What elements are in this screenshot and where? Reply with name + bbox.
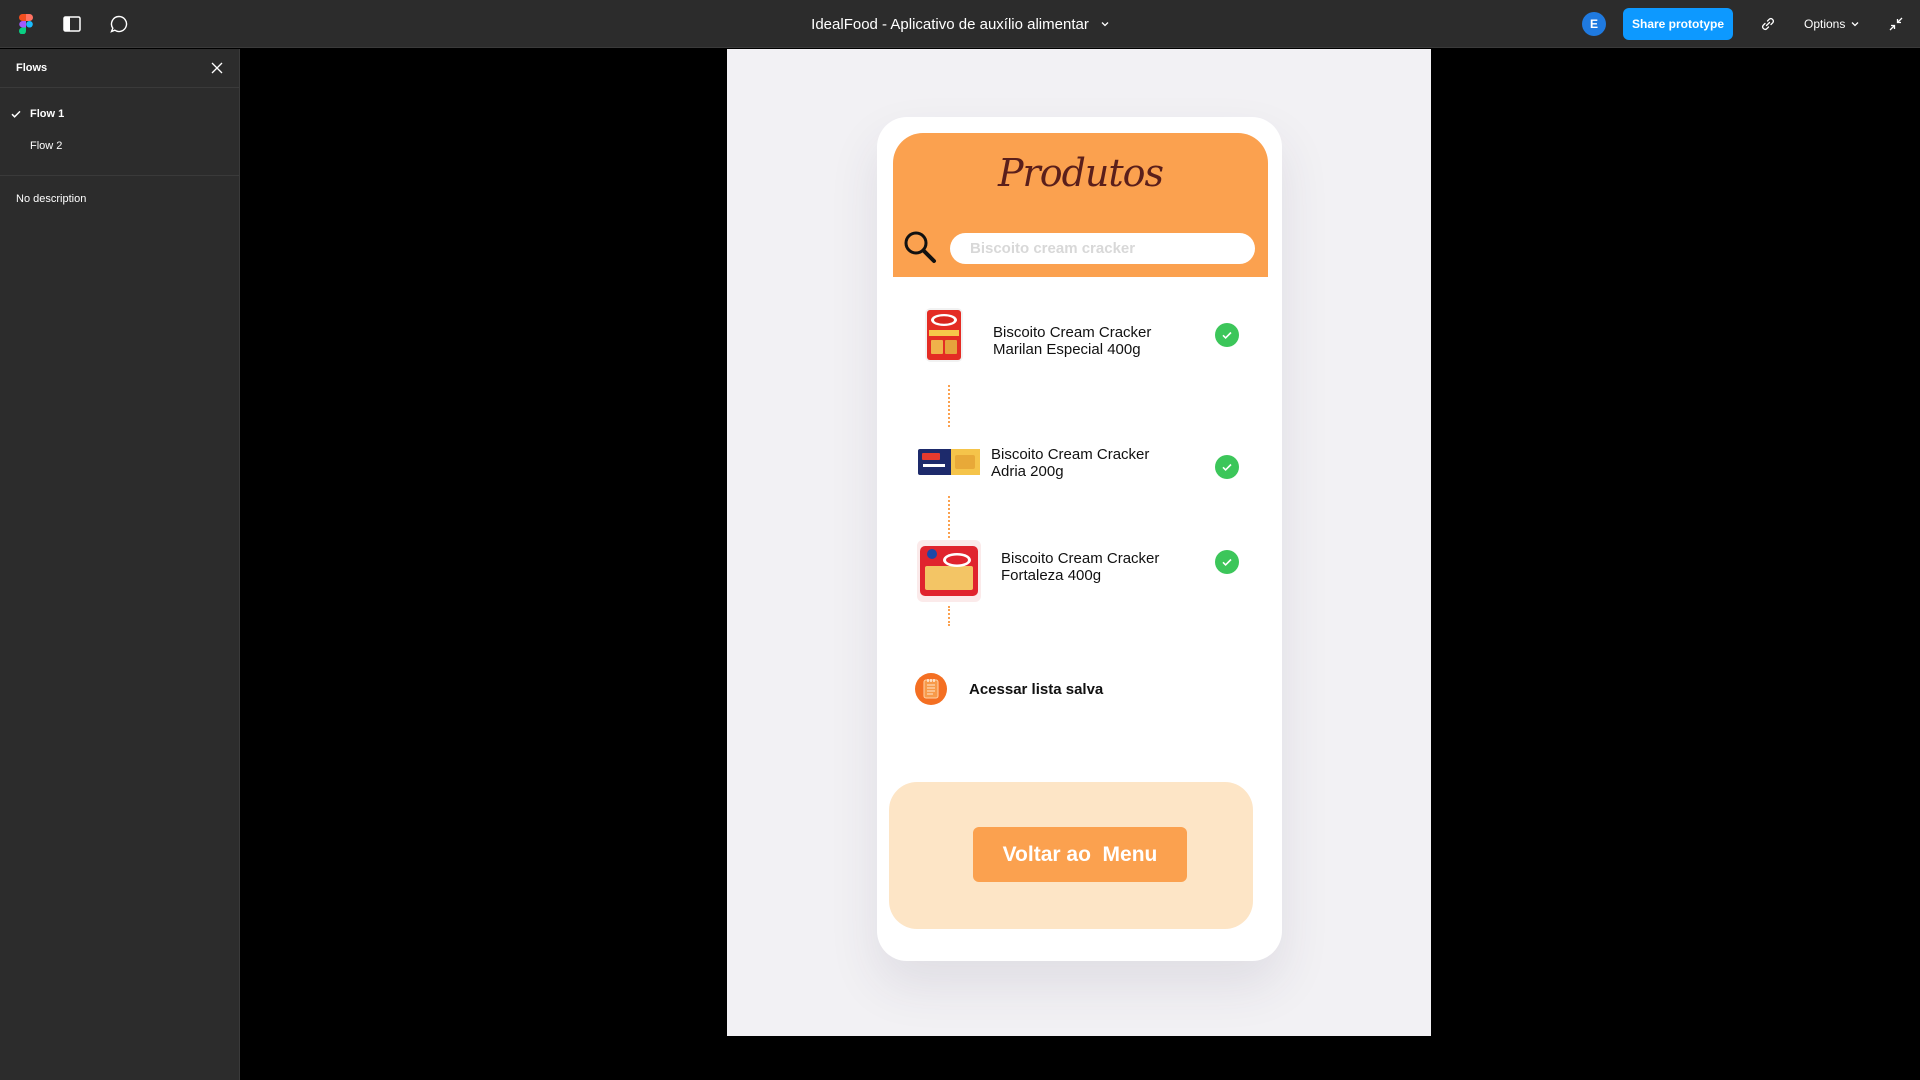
prototype-frame: Produtos Biscoito Cre [727,49,1431,1036]
check-icon[interactable] [1215,550,1239,574]
product-name-line1: Biscoito Cream Cracker [991,446,1150,463]
figma-logo-icon[interactable] [14,12,38,36]
flows-panel-title: Flows [16,62,48,74]
page-title: Produtos [997,151,1164,195]
file-title[interactable]: IdealFood - Aplicativo de auxílio alimen… [811,16,1109,33]
product-name: Biscoito Cream Cracker Marilan Especial … [993,324,1151,358]
options-label: Options [1804,17,1846,31]
close-icon[interactable] [206,57,228,79]
product-image [925,308,963,362]
check-icon[interactable] [1215,323,1239,347]
product-name-line2: Marilan Especial 400g [993,341,1141,358]
connector-line [948,496,950,538]
product-item[interactable]: Biscoito Cream Cracker Adria 200g [877,433,1282,503]
product-item[interactable]: Biscoito Cream Cracker Fortaleza 400g [877,540,1282,610]
flow-label: Flow 2 [30,140,63,152]
connector-line [948,606,950,626]
flow-item-1[interactable]: Flow 1 [0,98,239,130]
product-image [917,433,981,491]
flows-panel-header: Flows [0,49,239,88]
phone-screen: Produtos Biscoito Cre [877,117,1282,961]
connector-line [948,385,950,427]
sidebar-toggle-icon[interactable] [60,12,84,36]
bottom-card: Voltar ao Menu [889,782,1253,929]
app-header: Produtos [893,133,1268,277]
saved-list-label: Acessar lista salva [969,680,1104,698]
flow-description: No description [16,193,87,205]
saved-list-link[interactable]: Acessar lista salva [915,672,1103,706]
share-prototype-button[interactable]: Share prototype [1623,8,1733,40]
notepad-icon [915,673,947,705]
back-to-menu-button[interactable]: Voltar ao Menu [973,827,1187,882]
product-name-line2: Adria 200g [991,463,1064,480]
chevron-down-icon [1851,22,1859,27]
product-item[interactable]: Biscoito Cream Cracker Marilan Especial … [877,305,1282,375]
options-menu[interactable]: Options [1804,12,1859,36]
flow-label: Flow 1 [30,108,65,120]
collapse-icon[interactable] [1884,12,1908,36]
flows-panel: Flows Flow 1 Flow 2 No description [0,49,240,1080]
check-icon[interactable] [1215,455,1239,479]
search-input[interactable] [950,233,1255,264]
check-icon [11,110,21,118]
flows-list: Flow 1 Flow 2 [0,88,239,176]
search-icon[interactable] [903,230,937,264]
product-image [917,540,981,602]
flow-item-2[interactable]: Flow 2 [0,130,239,162]
avatar[interactable]: E [1582,12,1606,36]
product-name-line1: Biscoito Cream Cracker [993,324,1152,341]
file-title-text: IdealFood - Aplicativo de auxílio alimen… [811,15,1089,33]
chevron-down-icon [1101,22,1109,27]
toolbar: IdealFood - Aplicativo de auxílio alimen… [0,0,1920,48]
product-name-line2: Fortaleza 400g [1001,567,1102,584]
product-name-line1: Biscoito Cream Cracker [1001,550,1160,567]
product-name: Biscoito Cream Cracker Fortaleza 400g [1001,550,1159,584]
link-icon[interactable] [1756,12,1780,36]
product-name: Biscoito Cream Cracker Adria 200g [991,446,1149,480]
comment-icon[interactable] [107,12,131,36]
